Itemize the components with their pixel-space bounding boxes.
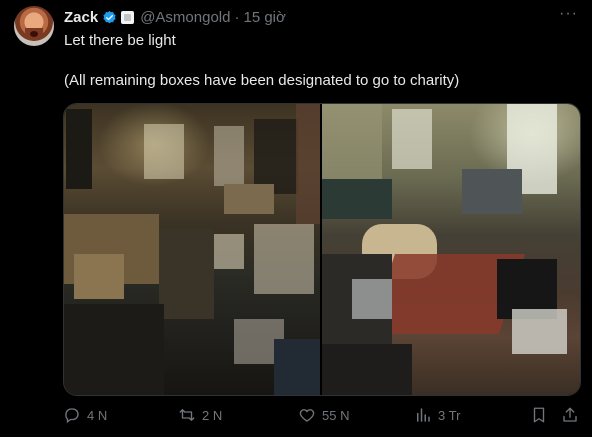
stack-of-papers [254,224,314,294]
reply-icon [65,408,79,424]
media-gallery[interactable] [63,103,581,396]
like-count: 55 N [322,407,350,423]
clutter-pile [159,229,214,319]
retweet-count: 2 N [202,407,223,423]
bookmark-icon [533,407,545,423]
box-top [224,184,274,214]
brick-pillar [296,104,320,224]
retweet-icon [179,409,195,421]
share-icon [563,407,577,422]
box-white [214,234,244,269]
like-button[interactable]: 55 N [298,406,349,424]
views-button[interactable]: 3 Tr [414,406,460,424]
avatar[interactable] [14,6,54,46]
box [74,254,124,299]
display-name[interactable]: Zack [64,9,98,26]
more-icon[interactable]: ··· [559,5,578,23]
avatar-mouth [30,31,38,37]
tweet-header: Zack @Asmongold · 15 giờ [64,7,286,27]
handle[interactable]: @Asmongold [140,9,230,26]
action-bar: 4 N 2 N 55 N 3 Tr [0,406,592,426]
photo-cleaned-room[interactable] [322,104,580,395]
recliner [462,169,522,214]
doorway-shadow [66,109,92,189]
reply-count: 4 N [87,407,108,423]
affiliate-badge-icon[interactable] [121,10,135,24]
views-icon [417,408,430,422]
like-icon [299,409,315,422]
white-bucket [352,279,392,319]
laundry-basket [512,309,567,354]
verified-badge-icon[interactable] [102,10,117,25]
retweet-button[interactable]: 2 N [178,406,222,424]
window-left [392,109,432,169]
photo-cluttered-room[interactable] [64,104,320,395]
share-button[interactable] [561,406,579,424]
doorway [214,126,244,186]
tweet-text-line1: Let there be light [64,32,176,49]
window-light [144,124,184,179]
views-count: 3 Tr [438,407,461,423]
dark-window [254,119,298,194]
timestamp[interactable]: 15 giờ [243,9,285,26]
green-chair [322,179,392,219]
trash-bag [274,339,320,395]
bookmark-button[interactable] [530,406,548,424]
floor-shadow [64,304,164,395]
chair-foreground [322,344,412,395]
reply-button[interactable]: 4 N [63,406,107,424]
tweet-text-line2: (All remaining boxes have been designate… [64,72,460,89]
separator: · [234,8,240,26]
